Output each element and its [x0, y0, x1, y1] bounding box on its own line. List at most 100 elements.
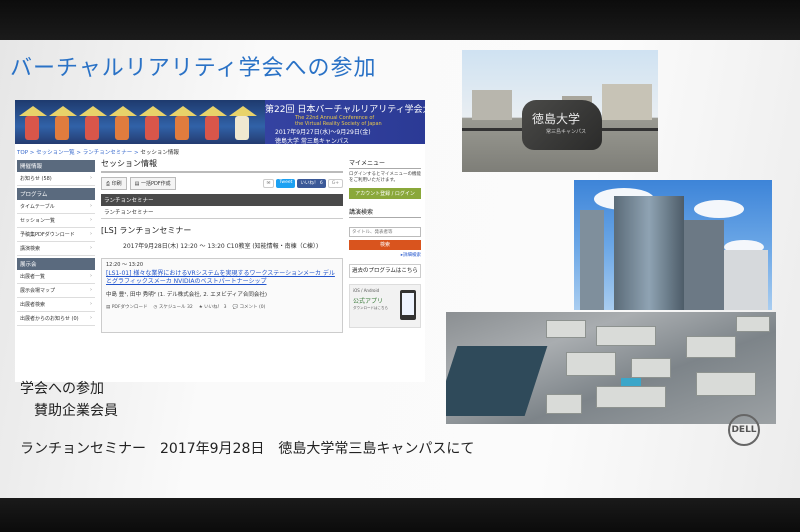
mail-icon[interactable]: ✉ — [262, 179, 275, 188]
website-screenshot: 第22回 日本バーチャルリアリティ学会大会 The 22nd Annual Co… — [15, 100, 425, 382]
mymenu-heading: マイメニュー — [349, 158, 421, 169]
like-count: 6 — [319, 181, 323, 186]
paper-title-link[interactable]: [LS1-01] 様々な業界におけるVRシステムを実現するワークステーションメー… — [106, 270, 338, 286]
share-buttons: ✉ Tweet いいね！ 6 G+ — [262, 179, 343, 188]
chevron-right-icon: › — [90, 273, 92, 279]
toolbar: ⎙ 印刷 ▤ 一括PDF作成 ✉ Tweet いいね！ 6 G+ — [101, 177, 343, 190]
talk-search-input[interactable] — [349, 226, 421, 237]
bulk-pdf-label: 一括PDF作成 — [140, 181, 171, 187]
university-sign-photo: 徳島大学 常三島キャンパス — [462, 50, 658, 172]
official-app-banner[interactable]: iOS / Android 公式アプリ ダウンロードはこちら — [349, 284, 421, 328]
awa-odori-dancers-image — [15, 100, 265, 144]
dell-logo: DELL — [728, 414, 760, 446]
advanced-search-link[interactable]: ▸詳細検索 — [349, 252, 421, 258]
chevron-right-icon: › — [90, 245, 92, 251]
campus-building-photo — [574, 180, 772, 310]
breadcrumb-luncheon[interactable]: ランチョンセミナー — [83, 150, 133, 156]
breadcrumb: TOP > セッション一覧 > ランチョンセミナー > セッション情報 — [17, 148, 179, 156]
sidebar-item-label: 予稿集PDFダウンロード — [20, 232, 75, 238]
session-main: セッション情報 ⎙ 印刷 ▤ 一括PDF作成 ✉ Tweet いいね！ 6 G+… — [101, 158, 343, 333]
chevron-right-icon: › — [90, 315, 92, 321]
sidebar-item-proceedings[interactable]: 予稿集PDFダウンロード › — [17, 228, 95, 242]
pdf-download-label: PDFダウンロード — [111, 305, 148, 310]
smartphone-icon — [400, 290, 416, 320]
conference-banner: 第22回 日本バーチャルリアリティ学会大会 The 22nd Annual Co… — [15, 100, 425, 145]
stone-text: 徳島大学 — [532, 112, 581, 126]
past-programs-link[interactable]: 過去のプログラムはこちら — [349, 264, 421, 278]
sidebar-section-exhibition: 展示会 — [17, 258, 95, 270]
sidebar-item-news[interactable]: お知らせ (58) › — [17, 172, 95, 186]
session-time: 2017年9月28日(木) 12:20 ～ 13:20 C10教室 (知能情報・… — [123, 243, 319, 250]
sidebar-nav: 開催情報 お知らせ (58) › プログラム タイムテーブル › セッション一覧 › … — [17, 158, 95, 326]
chevron-right-icon: › — [90, 287, 92, 293]
breadcrumb-session-list[interactable]: セッション一覧 — [36, 150, 75, 156]
caption-sponsor: 賛助企業会員 — [34, 403, 118, 419]
sidebar-item-label: 出展者からのお知らせ (0) — [20, 316, 79, 322]
chevron-right-icon: › — [90, 175, 92, 181]
account-login-button[interactable]: アカウント登録 / ログイン — [349, 188, 421, 199]
page-title: セッション情報 — [101, 158, 343, 173]
paper-actions: ▤ PDFダウンロード ◷ スケジュール 32 ★ いいね！ 3 💬 コメント … — [106, 304, 338, 310]
schedule-label: スケジュール — [158, 305, 186, 310]
like-button[interactable]: いいね！ 6 — [297, 179, 326, 188]
paper-authors: 中島 豊¹, 田中 秀明² (1. デル株式会社, 2. エヌビディア合同会社) — [106, 292, 268, 298]
paper-time: 12:20 ～ 13:20 — [106, 262, 143, 268]
search-button[interactable]: 検索 — [349, 240, 421, 250]
sidebar-item-exhibitors[interactable]: 出展者一覧 › — [17, 270, 95, 284]
sidebar-section-program: プログラム — [17, 188, 95, 200]
sidebar-item-exhibitor-news[interactable]: 出展者からのお知らせ (0) › — [17, 312, 95, 326]
sidebar-item-talk-search[interactable]: 講演検索 › — [17, 242, 95, 256]
gplus-button[interactable]: G+ — [327, 179, 343, 188]
caption-luncheon: ランチョンセミナー 2017年9月28日 徳島大学常三島キャンパスにて — [20, 441, 475, 457]
slide-title: バーチャルリアリティ学会への参加 — [10, 56, 377, 81]
category-sub: ランチョンセミナー — [101, 206, 343, 219]
sidebar-item-floor-map[interactable]: 展示会場マップ › — [17, 284, 95, 298]
sidebar-item-sessions[interactable]: セッション一覧 › — [17, 214, 95, 228]
breadcrumb-current: セッション情報 — [140, 150, 179, 156]
app-title: 公式アプリ — [353, 298, 384, 305]
breadcrumb-top[interactable]: TOP — [17, 150, 28, 156]
comment-icon: 💬 — [232, 305, 240, 310]
comment-button[interactable]: 💬 コメント (0) — [232, 304, 265, 310]
presentation-slide: バーチャルリアリティ学会への参加 第22回 日本バーチャルリアリティ学会大会 T… — [0, 40, 800, 498]
session-name: [LS] ランチョンセミナー — [101, 226, 192, 235]
banner-venue: 徳島大学 常三島キャンパス — [275, 138, 349, 145]
talk-search-heading: 講演検索 — [349, 207, 421, 218]
print-button[interactable]: ⎙ 印刷 — [101, 177, 127, 190]
breadcrumb-sep: > — [74, 150, 83, 156]
banner-text: 第22回 日本バーチャルリアリティ学会大会 The 22nd Annual Co… — [265, 102, 425, 145]
chevron-right-icon: › — [90, 301, 92, 307]
paper-like-count: 3 — [223, 305, 227, 310]
pdf-download-button[interactable]: ▤ PDFダウンロード — [106, 304, 147, 310]
room-floor — [0, 498, 800, 532]
mymenu-text: ログインするとマイメニューの機能をご利用いただけます。 — [349, 172, 421, 183]
sidebar-item-label: 展示会場マップ — [20, 288, 56, 294]
sidebar-item-label: 講演検索 — [20, 246, 41, 252]
sidebar-item-label: 出展者一覧 — [20, 274, 46, 280]
sidebar-item-label: タイムテーブル — [20, 204, 55, 210]
paper-like-button[interactable]: ★ いいね！ 3 — [199, 304, 227, 310]
schedule-button[interactable]: ◷ スケジュール 32 — [153, 304, 192, 310]
banner-title: 第22回 日本バーチャルリアリティ学会大会 — [265, 105, 425, 115]
breadcrumb-sep: > — [28, 150, 37, 156]
tweet-button[interactable]: Tweet — [276, 179, 296, 188]
like-label: いいね！ — [300, 181, 319, 186]
banner-date: 2017年9月27日(水)～9月29日(金) — [275, 129, 371, 136]
sidebar-item-label: お知らせ (58) — [20, 176, 52, 182]
chevron-right-icon: › — [90, 217, 92, 223]
sidebar-item-timetable[interactable]: タイムテーブル › — [17, 200, 95, 214]
bulk-pdf-button[interactable]: ▤ 一括PDF作成 — [129, 177, 176, 190]
right-column: マイメニュー ログインするとマイメニューの機能をご利用いただけます。 アカウント… — [349, 158, 421, 328]
paper-card: 12:20 ～ 13:20 [LS1-01] 様々な業界におけるVRシステムを実… — [101, 258, 343, 333]
sidebar-item-label: 出展者検索 — [20, 302, 46, 308]
aerial-campus-photo — [446, 312, 776, 424]
chevron-right-icon: › — [90, 203, 92, 209]
comment-label: コメント (0) — [239, 305, 266, 310]
schedule-count: 32 — [186, 305, 193, 310]
stone-subtext: 常三島キャンパス — [546, 129, 587, 135]
room-ceiling — [0, 0, 800, 40]
sidebar-item-exhibitor-search[interactable]: 出展者検索 › — [17, 298, 95, 312]
chevron-right-icon: › — [90, 231, 92, 237]
caption-participation: 学会への参加 — [20, 381, 104, 397]
category-bar: ランチョンセミナー — [101, 194, 343, 206]
